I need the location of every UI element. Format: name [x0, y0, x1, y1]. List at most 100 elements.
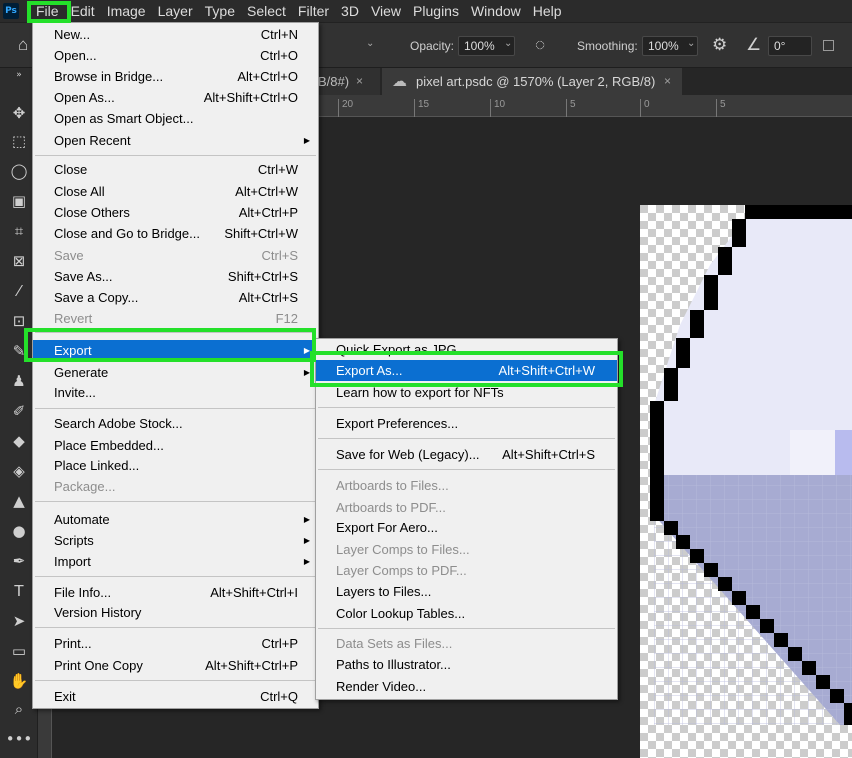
menu-item-place-linked[interactable]: Place Linked...	[33, 455, 318, 476]
menu-item-layer-comps-to-files: Layer Comps to Files...	[336, 542, 470, 557]
menu-item-close-others[interactable]: Close Others Alt+Ctrl+P	[33, 202, 318, 223]
menu-item-layer-comps-to-pdf: Layer Comps to PDF...	[336, 563, 467, 578]
menu-item-import[interactable]: Import ▶	[33, 551, 318, 572]
option-checkbox[interactable]	[823, 40, 834, 51]
ruler-tick: 15	[414, 99, 429, 117]
menu-3d[interactable]: 3D	[335, 0, 365, 22]
menu-item-export-preferences[interactable]: Export Preferences...	[316, 413, 617, 434]
ruler-tick: 5	[566, 99, 576, 117]
menu-item-close-and-go-to-bridge[interactable]: Close and Go to Bridge... Shift+Ctrl+W	[33, 223, 318, 244]
pixel-art-canvas[interactable]	[640, 205, 852, 758]
menu-type[interactable]: Type	[199, 0, 241, 22]
menu-item-artboards-to-files: Artboards to Files...	[336, 478, 449, 493]
menu-item-revert: Revert F12	[54, 311, 298, 326]
menu-item-data-sets-as-files: Data Sets as Files...	[336, 636, 453, 651]
menu-item-file-info[interactable]: File Info... Alt+Shift+Ctrl+I	[33, 582, 318, 603]
tab-close-icon[interactable]: ×	[356, 68, 363, 95]
menu-help[interactable]: Help	[527, 0, 568, 22]
mode-dropdown-chevron-icon[interactable]: ⌄	[366, 38, 374, 49]
angle-field[interactable]: 0°	[768, 36, 812, 56]
menu-item-export-for-aero[interactable]: Export For Aero...	[316, 517, 617, 538]
menu-item-color-lookup-tables[interactable]: Color Lookup Tables...	[316, 603, 617, 624]
menu-item-print[interactable]: Print... Ctrl+P	[33, 633, 318, 654]
submenu-arrow-icon: ▶	[303, 536, 310, 545]
opacity-chevron-icon[interactable]: ⌄	[504, 38, 512, 49]
menu-select[interactable]: Select	[241, 0, 292, 22]
menu-edit[interactable]: Edit	[65, 0, 101, 22]
submenu-arrow-icon: ▶	[303, 368, 310, 377]
menu-separator	[35, 332, 316, 333]
menu-item-layers-to-files[interactable]: Layers to Files...	[316, 581, 617, 602]
more-tools-icon[interactable]: •••	[0, 728, 38, 750]
ruler-tick: 20	[338, 99, 353, 117]
menu-separator	[318, 628, 615, 629]
menu-item-browse-in-bridge[interactable]: Browse in Bridge... Alt+Ctrl+O	[33, 66, 318, 87]
menu-item-open-as-smart-object[interactable]: Open as Smart Object...	[33, 108, 318, 129]
submenu-arrow-icon: ▶	[303, 346, 310, 355]
menu-item-exit[interactable]: Exit Ctrl+Q	[33, 686, 318, 707]
menu-item-place-embedded[interactable]: Place Embedded...	[33, 435, 318, 456]
menu-item-open[interactable]: Open... Ctrl+O	[33, 45, 318, 66]
file-menu-dropdown: New... Ctrl+N Open... Ctrl+O Browse in Bri…	[32, 22, 319, 709]
smoothing-label: Smoothing:	[577, 39, 638, 53]
menu-item-close[interactable]: Close Ctrl+W	[33, 159, 318, 180]
export-submenu: Quick Export as JPG Export As... Alt+Shif…	[315, 338, 618, 700]
menu-item-automate[interactable]: Automate ▶	[33, 509, 318, 530]
ruler-tick: 10	[490, 99, 505, 117]
opacity-label: Opacity:	[410, 39, 455, 53]
menu-item-learn-export-nfts[interactable]: Learn how to export for NFTs	[316, 382, 617, 403]
menu-view[interactable]: View	[365, 0, 407, 22]
menu-item-save-as[interactable]: Save As... Shift+Ctrl+S	[33, 266, 318, 287]
menu-item-save: Save Ctrl+S	[54, 248, 298, 263]
accent-pixel-block	[835, 430, 852, 475]
submenu-arrow-icon: ▶	[303, 136, 310, 145]
menu-item-generate[interactable]: Generate ▶	[33, 362, 318, 383]
logo-text: Ps	[3, 3, 19, 19]
menu-separator	[35, 680, 316, 681]
light-pixel-block	[790, 430, 835, 475]
menu-window[interactable]: Window	[465, 0, 527, 22]
menu-item-new[interactable]: New... Ctrl+N	[33, 24, 318, 45]
menu-item-artboards-to-pdf: Artboards to PDF...	[336, 500, 446, 515]
menu-item-save-a-copy[interactable]: Save a Copy... Alt+Ctrl+S	[33, 287, 318, 308]
menu-item-export[interactable]: Export ▶	[33, 340, 318, 361]
menu-separator	[318, 407, 615, 408]
menu-separator	[35, 576, 316, 577]
photoshop-logo-icon[interactable]: Ps	[0, 0, 22, 22]
menu-item-close-all[interactable]: Close All Alt+Ctrl+W	[33, 181, 318, 202]
menu-image[interactable]: Image	[101, 0, 152, 22]
pressure-opacity-icon[interactable]: ◌	[535, 35, 545, 55]
menu-item-paths-to-illustrator[interactable]: Paths to Illustrator...	[316, 654, 617, 675]
menu-item-save-for-web[interactable]: Save for Web (Legacy)... Alt+Shift+Ctrl+S	[316, 444, 617, 465]
menu-item-render-video[interactable]: Render Video...	[316, 676, 617, 697]
menu-item-quick-export-as-jpg[interactable]: Quick Export as JPG	[316, 339, 617, 360]
menu-item-invite[interactable]: Invite...	[33, 382, 318, 403]
menu-item-print-one-copy[interactable]: Print One Copy Alt+Shift+Ctrl+P	[33, 655, 318, 676]
menu-separator	[35, 501, 316, 502]
menu-item-open-recent[interactable]: Open Recent ▶	[33, 130, 318, 151]
menu-filter[interactable]: Filter	[292, 0, 335, 22]
tab-label: pixel art.psdc @ 1570% (Layer 2, RGB/8)	[416, 74, 656, 89]
tab-label: B/8#)	[318, 74, 350, 89]
menu-bar: Ps File Edit Image Layer Type Select Fil…	[0, 0, 852, 22]
menu-item-export-as[interactable]: Export As... Alt+Shift+Ctrl+W	[316, 360, 617, 381]
ruler-tick: 5	[716, 99, 726, 117]
gear-icon[interactable]: ⚙	[712, 35, 727, 55]
submenu-arrow-icon: ▶	[303, 515, 310, 524]
menu-file[interactable]: File	[30, 0, 65, 22]
document-tab-active[interactable]: ☁ pixel art.psdc @ 1570% (Layer 2, RGB/8…	[382, 68, 682, 95]
menu-item-scripts[interactable]: Scripts ▶	[33, 530, 318, 551]
home-icon[interactable]: ⌂	[18, 35, 28, 55]
menu-item-open-as[interactable]: Open As... Alt+Shift+Ctrl+O	[33, 87, 318, 108]
menu-separator	[35, 408, 316, 409]
menu-item-search-adobe-stock[interactable]: Search Adobe Stock...	[33, 413, 318, 434]
menu-plugins[interactable]: Plugins	[407, 0, 465, 22]
submenu-arrow-icon: ▶	[303, 557, 310, 566]
menu-separator	[35, 627, 316, 628]
menu-item-package: Package...	[54, 479, 116, 494]
menu-item-version-history[interactable]: Version History	[33, 602, 318, 623]
menu-layer[interactable]: Layer	[152, 0, 199, 22]
smoothing-chevron-icon[interactable]: ⌄	[687, 38, 695, 49]
menu-separator	[318, 469, 615, 470]
tab-close-icon[interactable]: ×	[664, 68, 671, 95]
